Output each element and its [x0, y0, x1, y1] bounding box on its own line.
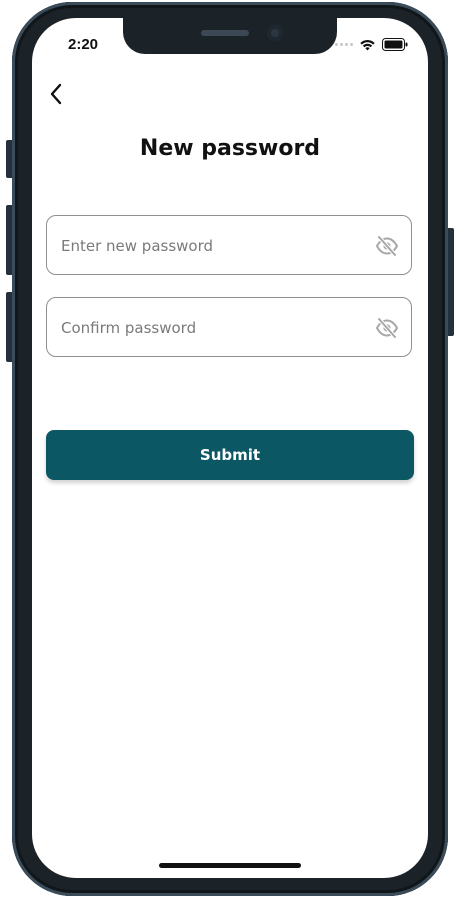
home-indicator [159, 863, 301, 868]
notch [123, 18, 337, 54]
back-button[interactable] [42, 80, 70, 112]
speaker-grille [201, 30, 249, 36]
status-icons [335, 38, 408, 51]
app-screen: 2:20 New password Submit [32, 18, 428, 878]
page-title: New password [139, 136, 321, 161]
wifi-icon [359, 38, 376, 51]
confirm-password-field [46, 297, 412, 358]
eye-off-icon[interactable] [375, 317, 399, 339]
new-password-field [46, 215, 412, 276]
device-canvas: 2:20 New password Submit [0, 0, 460, 900]
front-camera [267, 25, 283, 41]
chevron-left-icon [49, 83, 63, 109]
signal-icon [335, 43, 353, 46]
submit-button[interactable]: Submit [46, 430, 414, 480]
confirm-password-input[interactable] [59, 298, 363, 358]
eye-off-icon[interactable] [375, 235, 399, 257]
status-time: 2:20 [68, 36, 99, 53]
new-password-input[interactable] [59, 216, 363, 276]
battery-icon [382, 38, 408, 51]
